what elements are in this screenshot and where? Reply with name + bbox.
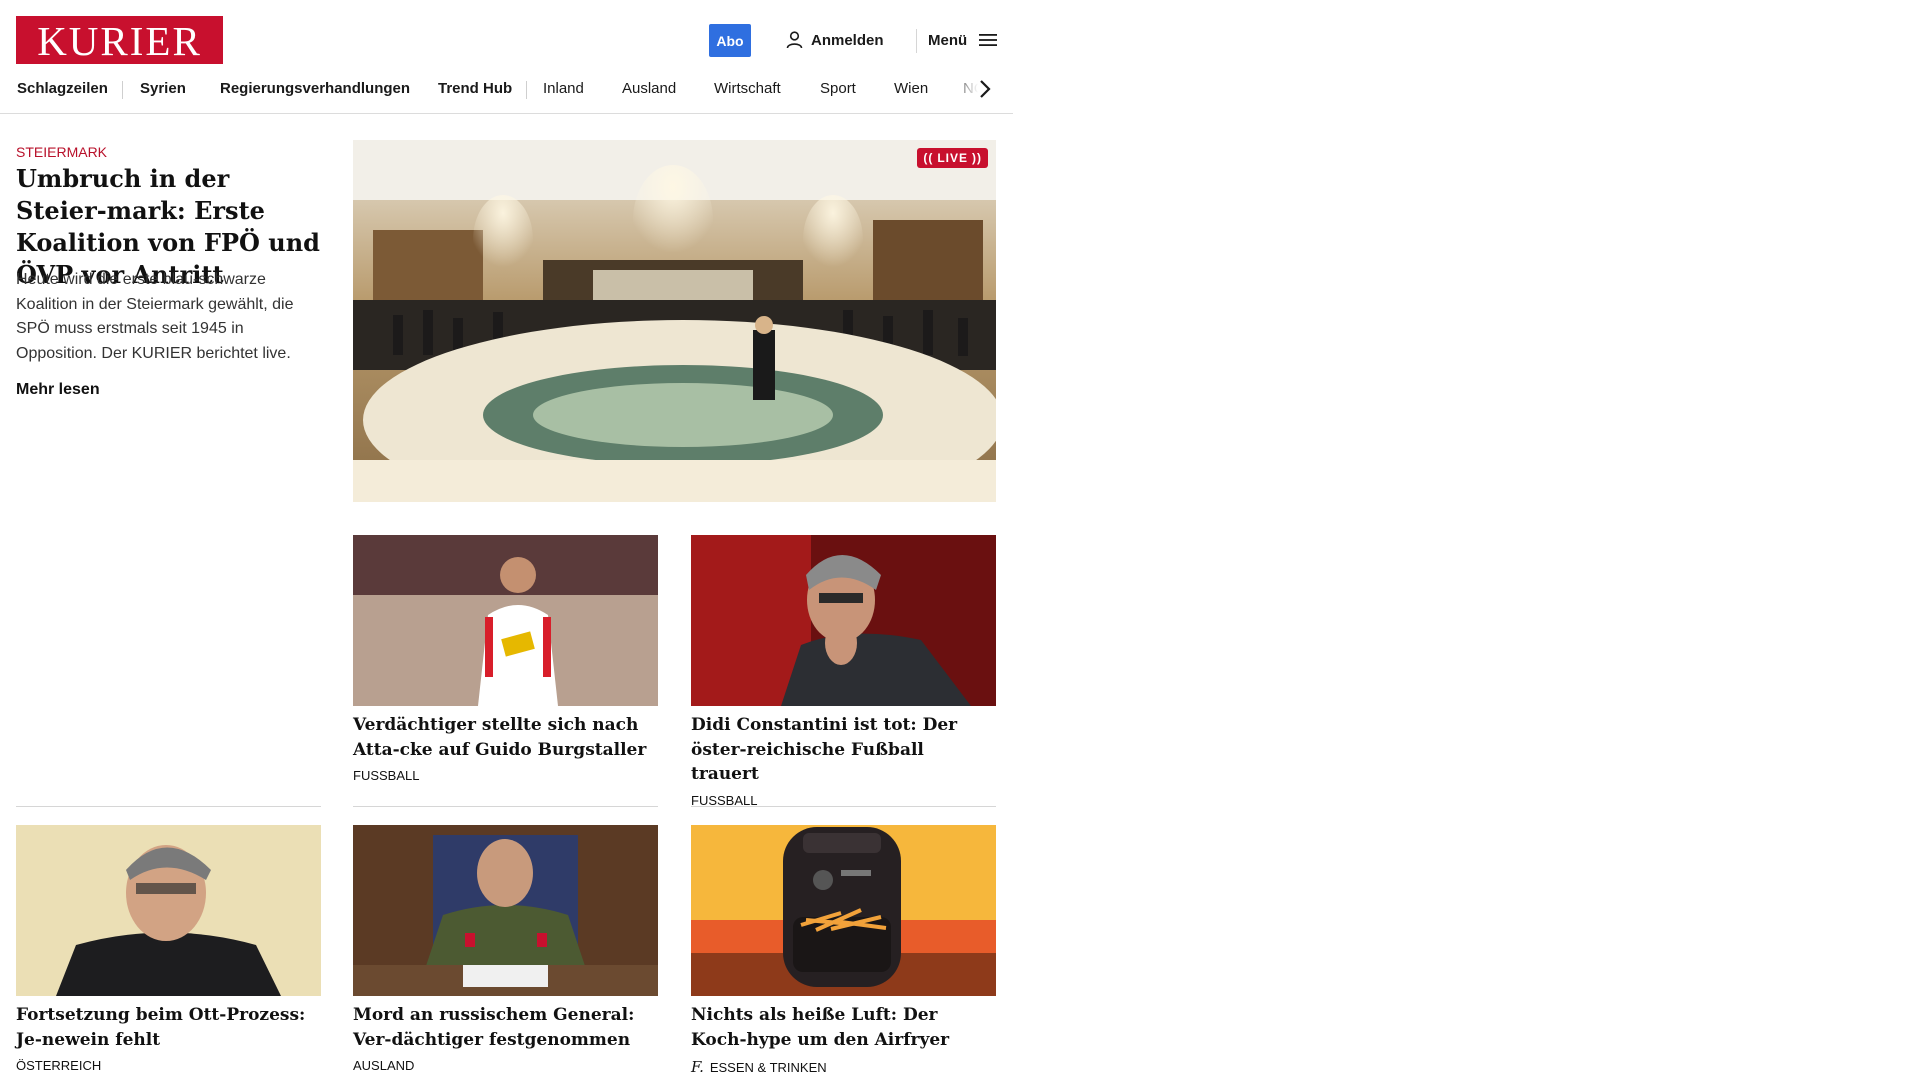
article-image (16, 825, 321, 996)
article-category: f. ESSEN & TRINKEN (691, 1058, 996, 1076)
article-category: AUSLAND (353, 1058, 658, 1073)
article-card[interactable]: Verdächtiger stellte sich nach Atta-cke … (353, 535, 658, 783)
page: KURIER Abo Anmelden Menü Schlagzeilen Sy… (0, 0, 1013, 1080)
parliament-hall-photo (353, 140, 996, 502)
nav-separator (122, 81, 123, 99)
section-nav: Schlagzeilen Syrien Regierungsverhandlun… (0, 76, 1013, 114)
article-image (691, 825, 996, 996)
user-icon (786, 31, 803, 49)
article-title: Fortsetzung beim Ott-Prozess: Je-newein … (16, 1005, 306, 1050)
nav-item-wien[interactable]: Wien (894, 76, 928, 102)
nav-item-ausland[interactable]: Ausland (622, 76, 676, 102)
live-signal-icon: )) (972, 151, 982, 165)
article-category: ÖSTERREICH (16, 1058, 321, 1073)
general-portrait-photo (353, 825, 658, 996)
chevron-right-icon[interactable] (978, 78, 992, 100)
article-title: Nichts als heiße Luft: Der Koch-hype um … (691, 1005, 950, 1050)
nav-item-syrien[interactable]: Syrien (140, 76, 186, 102)
login-label: Anmelden (811, 31, 884, 49)
category-label: ESSEN & TRINKEN (709, 1059, 827, 1075)
live-badge: (( LIVE )) (917, 148, 988, 168)
hamburger-icon (979, 34, 998, 46)
category-label: FUSSBALL (353, 768, 420, 783)
abo-button[interactable]: Abo (709, 24, 751, 57)
article-title: Mord an russischem General: Ver-dächtige… (353, 1005, 635, 1050)
category-label: ÖSTERREICH (16, 1058, 102, 1073)
divider (691, 806, 996, 807)
header-divider (916, 29, 917, 53)
article-category: FUSSBALL (353, 768, 658, 783)
category-label: AUSLAND (353, 1058, 415, 1073)
live-signal-icon: (( (923, 151, 934, 165)
divider (353, 806, 658, 807)
logo-text: KURIER (37, 17, 202, 64)
nav-item-regierungsverhandlungen[interactable]: Regierungsverhandlungen (220, 76, 410, 102)
man-portrait-photo (16, 825, 321, 996)
kurier-logo[interactable]: KURIER (16, 16, 223, 64)
menu-label: Menü (928, 31, 968, 49)
article-title: Verdächtiger stellte sich nach Atta-cke … (353, 715, 647, 760)
live-label: LIVE (937, 151, 968, 165)
article-card[interactable]: Nichts als heiße Luft: Der Koch-hype um … (691, 825, 996, 1076)
divider (16, 806, 321, 807)
airfryer-illustration (691, 825, 996, 996)
article-image (353, 825, 658, 996)
coach-portrait-photo (691, 535, 996, 706)
nav-item-sport[interactable]: Sport (820, 76, 856, 102)
article-card[interactable]: Mord an russischem General: Ver-dächtige… (353, 825, 658, 1073)
article-image (353, 535, 658, 706)
genuss-brand-icon: f. (691, 1058, 704, 1076)
nav-item-wirtschaft[interactable]: Wirtschaft (714, 76, 781, 102)
login-button[interactable]: Anmelden (786, 29, 884, 51)
nav-item-inland[interactable]: Inland (543, 76, 584, 102)
nav-separator (526, 81, 527, 99)
article-image (691, 535, 996, 706)
article-card[interactable]: Fortsetzung beim Ott-Prozess: Je-newein … (16, 825, 321, 1073)
nav-item-trend-hub[interactable]: Trend Hub (438, 76, 512, 102)
article-title: Didi Constantini ist tot: Der öster-reic… (691, 715, 958, 784)
lead-kicker[interactable]: STEIERMARK (16, 144, 107, 160)
article-card[interactable]: Didi Constantini ist tot: Der öster-reic… (691, 535, 996, 808)
lead-teaser: Heute wird die erste blau-schwarze Koali… (16, 271, 294, 362)
nav-item-schlagzeilen[interactable]: Schlagzeilen (17, 76, 108, 102)
footballer-photo (353, 535, 658, 706)
read-more-link[interactable]: Mehr lesen (16, 381, 100, 399)
lead-image[interactable]: (( LIVE )) (353, 140, 996, 502)
menu-button[interactable]: Menü (928, 29, 998, 51)
